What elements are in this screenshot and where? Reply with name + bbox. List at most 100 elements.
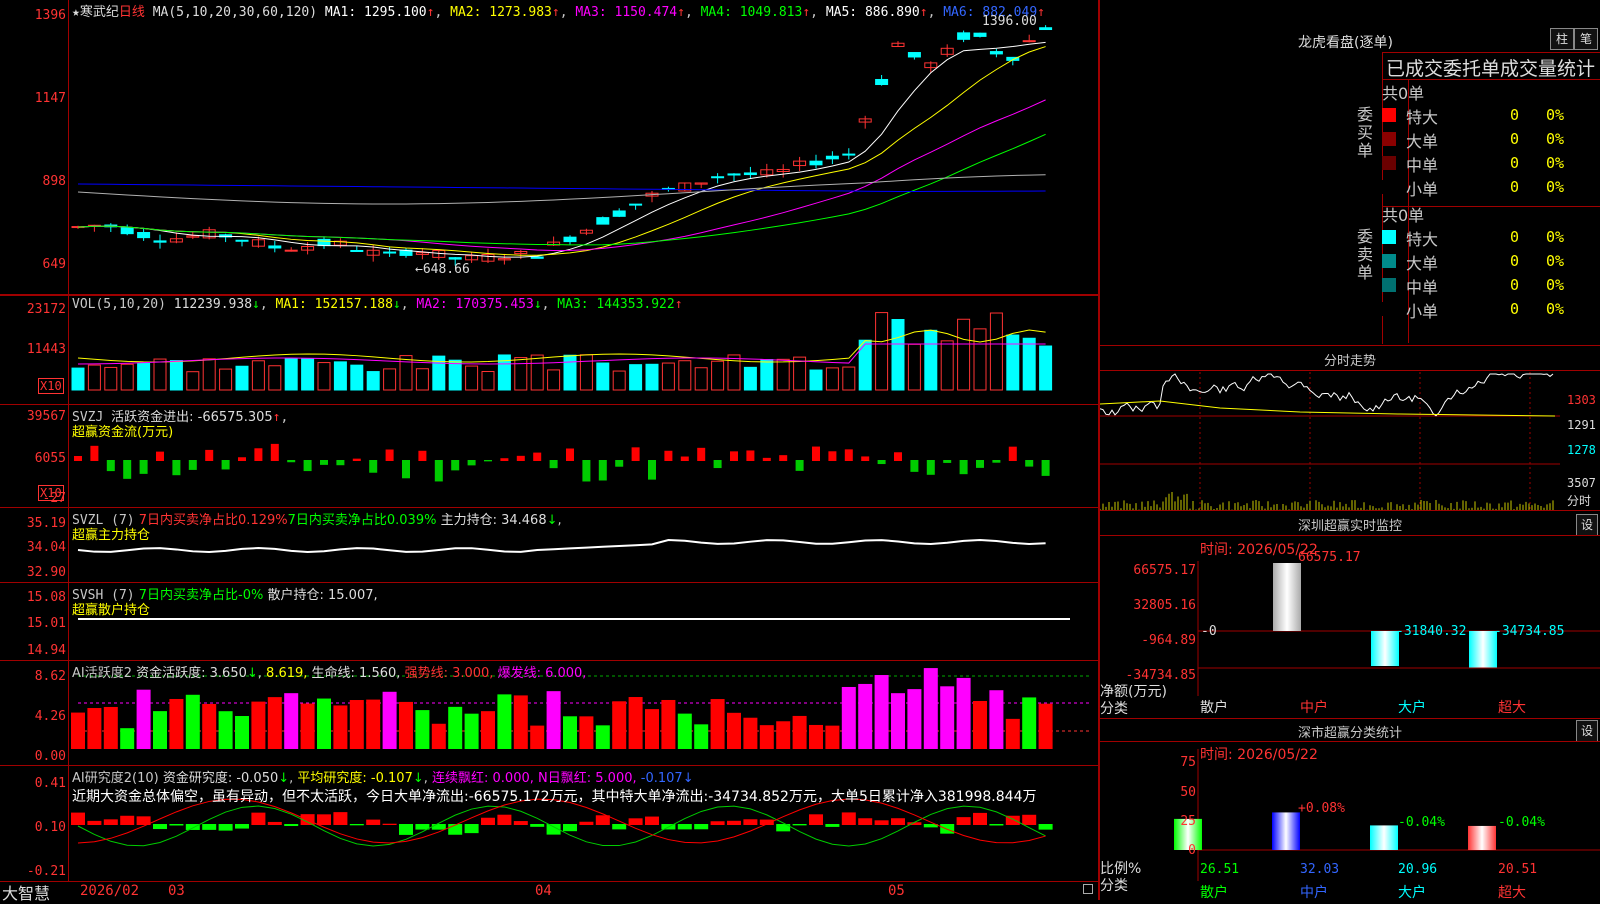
lhb-panel: 龙虎看盘(逐单) 柱 笔 已成交委托单成交量统计 共0单 委买单 特大 0 0% 大单 0 0…: [1100, 0, 1600, 345]
pen-mode-button[interactable]: 笔: [1574, 28, 1598, 50]
candlestick-chart[interactable]: [0, 0, 1098, 295]
activity-bar: [923, 668, 938, 749]
svzl-subtitle: 超赢主力持仓: [72, 528, 151, 543]
research-bar: [743, 819, 758, 825]
y-tick: 3507: [1567, 476, 1596, 490]
activity-bar: [185, 694, 200, 749]
flow-bar: [664, 450, 673, 461]
volume-bar: [596, 362, 610, 391]
volume-bar: [760, 359, 774, 391]
monitor-panel[interactable]: 深圳超赢实时监控 设 时间: 2026/05/22 净额(万元) 分类 6657…: [1100, 510, 1600, 718]
net-flow-bar-chart[interactable]: [1100, 511, 1600, 719]
category-label: 中户: [1300, 885, 1328, 901]
y-tick: 1278: [1567, 443, 1596, 457]
order-total: 共0单: [1382, 206, 1425, 225]
research-bar: [1038, 824, 1053, 830]
activity-bar: [120, 728, 135, 749]
order-percent: 0%: [1546, 154, 1565, 172]
share-value: 20.96: [1398, 862, 1438, 877]
flow-bar: [484, 460, 492, 462]
order-size-label: 中单: [1406, 156, 1439, 175]
flow-bar: [680, 456, 689, 461]
flow-bar: [779, 455, 788, 461]
y-tick: 1291: [1567, 418, 1596, 432]
research-bar: [202, 824, 217, 830]
candle-body: [120, 227, 134, 235]
research-bar: [809, 814, 823, 825]
research-bar: [612, 824, 627, 830]
bar-mode-button[interactable]: 柱: [1550, 28, 1574, 50]
volume-panel[interactable]: 23172 11443 X10 VOL(5,10,20) 112239.938↓…: [0, 295, 1098, 405]
order-percent: 0%: [1546, 106, 1565, 124]
vol-ma3: MA3: 144353.922: [557, 297, 675, 312]
flow-bar: [156, 451, 164, 461]
research-bar: [87, 820, 102, 825]
activity-bar: [891, 693, 905, 749]
vol-value: 112239.938: [173, 297, 253, 312]
category-label: 散户: [1200, 700, 1228, 716]
low-price-label: ←648.66: [415, 262, 470, 277]
legend-swatch: [1382, 132, 1396, 146]
ai-research-panel[interactable]: 0.41 0.10 -0.21 AI研究度2(10) 资金研究度: -0.050…: [0, 766, 1098, 882]
flow-bar: [205, 449, 214, 461]
high-price-label: 1396.00: [982, 14, 1037, 29]
volume-chart[interactable]: [0, 296, 1098, 406]
share-value: 26.51: [1200, 862, 1240, 877]
volume-bar: [301, 358, 315, 391]
price-line: [1100, 373, 1554, 417]
flow-bar: [943, 460, 952, 463]
research-bar: [973, 812, 987, 825]
activity-bar: [792, 715, 807, 749]
share-value: 32.03: [1300, 862, 1340, 877]
volume-bar: [251, 360, 265, 391]
svsh-panel[interactable]: 15.08 15.01 14.94 SVSH (7) 7日内买卖净占比-0% 散…: [0, 583, 1098, 661]
y-tick: 50: [1180, 785, 1196, 800]
flow-bar: [385, 449, 394, 461]
flow-bar: [631, 447, 640, 461]
activity-bar: [645, 709, 659, 749]
share-value: 20.51: [1498, 862, 1538, 877]
research-bar: [251, 812, 266, 825]
flow-bar: [1041, 460, 1050, 476]
volume-bar: [661, 362, 675, 391]
volume-bar: [858, 339, 872, 391]
flow-bar: [336, 460, 345, 466]
vol-header: VOL(5,10,20) 112239.938↓, MA1: 152157.18…: [72, 297, 683, 312]
volume-bar: [202, 358, 216, 391]
research-bar: [841, 812, 856, 825]
volume-bar: [842, 366, 856, 391]
axis-label: 分类: [1100, 701, 1128, 717]
lock-icon[interactable]: [1083, 884, 1093, 894]
flow-bar: [402, 460, 410, 479]
svzl-panel[interactable]: 35.19 34.04 32.90 SVZL (7) 7日内买卖净占比0.129…: [0, 508, 1098, 583]
intraday-chart[interactable]: [1100, 346, 1600, 511]
order-size-label: 小单: [1406, 180, 1439, 199]
research-bar: [645, 816, 659, 825]
research-bar: [579, 821, 594, 825]
candle-body: [1039, 27, 1053, 31]
svzj-panel[interactable]: 39567 6055 -27 X10 SVZJ 活跃资金进出: -66575.3…: [0, 405, 1098, 508]
activity-bar: [448, 706, 463, 749]
classify-panel[interactable]: 深市超赢分类统计 设 时间: 2026/05/22 比例% 分类 75 50 2…: [1100, 718, 1600, 901]
ai-activity-panel[interactable]: 8.62 4.26 0.00 AI活跃度2 资金活跃度: 3.650↓, 8.6…: [0, 661, 1098, 766]
flow-bar: [418, 450, 427, 461]
favorite-star-icon[interactable]: ★: [72, 5, 80, 20]
flow-bar: [615, 460, 624, 467]
research-bar: [563, 824, 577, 832]
flow-bar: [697, 447, 706, 461]
period-label[interactable]: 日线: [119, 5, 145, 20]
brand-logo: 大智慧: [2, 884, 51, 903]
activity-bar: [464, 713, 479, 749]
kline-panel[interactable]: 1396 1147 898 649 ★寒武纪日线 MA(5,10,20,30,6…: [0, 0, 1098, 295]
vol-ma2: MA2: 170375.453: [416, 297, 534, 312]
legend-swatch: [1382, 180, 1396, 194]
activity-bar: [809, 724, 823, 749]
research-bar: [382, 823, 397, 825]
candle-body: [530, 256, 544, 259]
flow-bar: [1008, 446, 1017, 461]
research-bar: [399, 824, 413, 835]
activity-bar: [169, 698, 184, 749]
volume-bar: [333, 361, 347, 391]
intraday-panel[interactable]: 分时走势 1303 1291 1278 3507 分时: [1100, 345, 1600, 511]
vol-unit: 分时: [1567, 494, 1592, 508]
